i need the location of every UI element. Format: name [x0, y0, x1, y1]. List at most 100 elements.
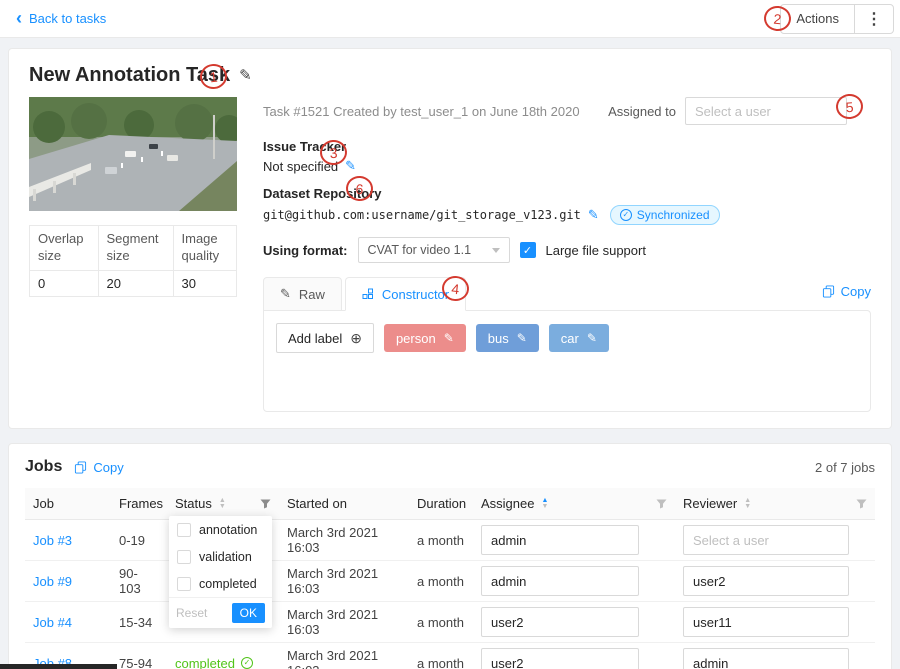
filter-option-completed-label: completed [199, 577, 257, 591]
jobs-header-row: Job Frames Status ▲ ▼ Started on [25, 488, 875, 520]
edit-issue-tracker-icon[interactable]: ✎ [345, 158, 356, 174]
back-to-tasks-label: Back to tasks [29, 11, 106, 26]
reviewer-sort-icon[interactable]: ▲ ▼ [744, 498, 751, 510]
table-row: Job #3 0-19 March 3rd 2021 16:03 a month [25, 520, 875, 561]
param-value-overlap: 0 [30, 270, 99, 296]
task-thumbnail [29, 97, 237, 211]
large-file-support-checkbox[interactable]: ✓ [520, 242, 536, 258]
edit-label-car-icon[interactable]: ✎ [587, 331, 597, 345]
column-assignee-label: Assignee [481, 496, 534, 511]
filter-option-validation[interactable]: validation [169, 543, 272, 570]
raw-tab-pencil-icon: ✎ [280, 286, 291, 302]
started-cell: March 3rd 2021 16:03 [279, 561, 409, 602]
duration-cell: a month [409, 561, 473, 602]
table-row: Job #4 15-34 March 3rd 2021 16:03 a mont… [25, 602, 875, 643]
jobs-card: Jobs Copy 2 of 7 jobs Job Frames Status [8, 443, 892, 669]
copy-jobs-link[interactable]: Copy [74, 460, 123, 475]
constructor-icon [362, 288, 374, 300]
column-duration: Duration [409, 488, 473, 520]
tab-raw[interactable]: ✎ Raw [263, 277, 342, 311]
column-status-label: Status [175, 496, 212, 511]
large-file-support-label: Large file support [546, 243, 646, 258]
assigned-to-input[interactable] [685, 97, 847, 125]
frames-cell: 75-94 [111, 643, 167, 669]
filter-ok-button[interactable]: OK [232, 603, 265, 623]
param-value-segment: 20 [98, 270, 173, 296]
using-format-label: Using format: [263, 243, 348, 258]
duration-cell: a month [409, 602, 473, 643]
annotation-checkbox[interactable] [177, 523, 191, 537]
format-select-value: CVAT for video 1.1 [368, 243, 472, 257]
assignee-input[interactable] [481, 607, 639, 637]
assignee-sort-icon[interactable]: ▲ ▼ [541, 498, 548, 510]
edit-label-person-icon[interactable]: ✎ [444, 331, 454, 345]
assigned-to-label: Assigned to [608, 104, 676, 119]
tab-raw-label: Raw [299, 287, 325, 302]
copy-labels-label: Copy [841, 284, 871, 299]
job-link[interactable]: Job #9 [33, 574, 72, 589]
assignee-input[interactable] [481, 566, 639, 596]
format-select[interactable]: CVAT for video 1.1 [358, 237, 510, 263]
job-link[interactable]: Job #3 [33, 533, 72, 548]
edit-repository-icon[interactable]: ✎ [588, 207, 599, 223]
filter-option-annotation[interactable]: annotation [169, 516, 272, 543]
jobs-table: Job Frames Status ▲ ▼ Started on [25, 488, 875, 669]
table-row: Job #8 75-94 completed ✓ March 3rd 2021 … [25, 643, 875, 669]
assignee-filter-icon[interactable] [656, 498, 667, 509]
label-tag-car-name: car [561, 331, 579, 346]
filter-option-completed[interactable]: completed [169, 570, 272, 597]
kebab-menu-button[interactable]: ⋮ [854, 4, 894, 34]
started-cell: March 3rd 2021 16:03 [279, 602, 409, 643]
copy-jobs-label: Copy [93, 460, 123, 475]
frames-cell: 15-34 [111, 602, 167, 643]
labels-constructor-panel: Add label ⊕ person ✎ bus ✎ car ✎ [263, 310, 871, 412]
status-filter-icon[interactable] [260, 498, 271, 509]
reviewer-filter-icon[interactable] [856, 498, 867, 509]
filter-reset-button[interactable]: Reset [176, 606, 207, 620]
jobs-title: Jobs [25, 458, 62, 476]
started-cell: March 3rd 2021 16:03 [279, 520, 409, 561]
add-label-button[interactable]: Add label ⊕ [276, 323, 374, 353]
task-parameters-table: Overlap size Segment size Image quality … [29, 225, 237, 297]
sync-status-label: Synchronized [637, 208, 710, 222]
chevron-left-icon: ‹ [16, 9, 22, 27]
copy-labels-link[interactable]: Copy [822, 284, 871, 299]
back-to-tasks-link[interactable]: ‹ Back to tasks [16, 11, 106, 27]
caret-down-icon: ▼ [219, 504, 226, 510]
job-link[interactable]: Job #4 [33, 615, 72, 630]
column-reviewer: Reviewer ▲ ▼ [675, 488, 875, 520]
tab-constructor-label: Constructor [382, 287, 449, 302]
label-tag-bus-name: bus [488, 331, 509, 346]
filter-option-validation-label: validation [199, 550, 252, 564]
started-cell: March 3rd 2021 16:03 [279, 643, 409, 669]
label-tag-person[interactable]: person ✎ [384, 324, 466, 352]
check-circle-icon: ✓ [241, 657, 253, 669]
label-tag-person-name: person [396, 331, 436, 346]
reviewer-input[interactable] [683, 607, 849, 637]
caret-down-icon: ▼ [744, 504, 751, 510]
actions-button[interactable]: Actions [780, 4, 855, 34]
status-sort-icon[interactable]: ▲ ▼ [219, 498, 226, 510]
task-details-card: New Annotation Task ✎ [8, 48, 892, 429]
edit-title-icon[interactable]: ✎ [239, 66, 252, 84]
reviewer-input[interactable] [683, 566, 849, 596]
column-status: Status ▲ ▼ [167, 488, 279, 520]
table-row: Job #9 90-103 March 3rd 2021 16:03 a mon… [25, 561, 875, 602]
jobs-count: 2 of 7 jobs [815, 460, 875, 475]
edit-label-bus-icon[interactable]: ✎ [517, 331, 527, 345]
issue-tracker-label: Issue Tracker [263, 139, 871, 154]
column-job: Job [25, 488, 111, 520]
column-assignee: Assignee ▲ ▼ [473, 488, 675, 520]
label-tag-car[interactable]: car ✎ [549, 324, 609, 352]
bottom-scrollbar-strip[interactable] [0, 664, 117, 669]
validation-checkbox[interactable] [177, 550, 191, 564]
reviewer-input[interactable] [683, 525, 849, 555]
reviewer-input[interactable] [683, 648, 849, 669]
task-info-column: Task #1521 Created by test_user_1 on Jun… [263, 97, 871, 412]
assignee-input[interactable] [481, 525, 639, 555]
labels-tabs: ✎ Raw Constructor Copy [263, 277, 871, 311]
completed-checkbox[interactable] [177, 577, 191, 591]
assignee-input[interactable] [481, 648, 639, 669]
label-tag-bus[interactable]: bus ✎ [476, 324, 539, 352]
frames-cell: 0-19 [111, 520, 167, 561]
